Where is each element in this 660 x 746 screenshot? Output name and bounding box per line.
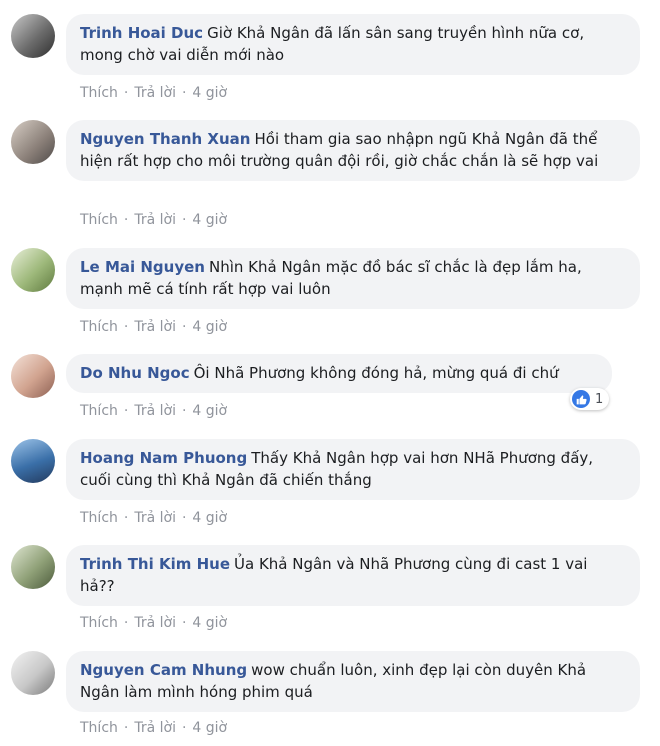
separator-dot: · — [181, 85, 187, 101]
separator-dot: · — [181, 615, 187, 631]
like-link[interactable]: Thích — [80, 615, 118, 631]
comment-author[interactable]: Nguyen Thanh Xuan — [80, 130, 250, 148]
avatar[interactable] — [11, 120, 55, 164]
comment-bubble: Nguyen Thanh Xuan Hồi tham gia sao nhậpn … — [66, 120, 640, 181]
like-link[interactable]: Thích — [80, 85, 118, 101]
like-link[interactable]: Thích — [80, 403, 118, 419]
comment-bubble: Trinh Thi Kim Hue Ủa Khả Ngân và Nhã Phươ… — [66, 545, 640, 606]
avatar[interactable] — [11, 545, 55, 589]
timestamp[interactable]: 4 giờ — [192, 615, 227, 631]
comment-bubble: Nguyen Cam Nhung wow chuẩn luôn, xinh đẹp… — [66, 651, 640, 712]
comment-bubble: Do Nhu Ngoc Ôi Nhã Phương không đóng hả, … — [66, 354, 612, 393]
avatar[interactable] — [11, 14, 55, 58]
comment-author[interactable]: Hoang Nam Phuong — [80, 449, 247, 467]
separator-dot: · — [123, 615, 129, 631]
comment-bubble: Hoang Nam Phuong Thấy Khả Ngân hợp vai hơ… — [66, 439, 640, 500]
comment-author[interactable]: Trinh Hoai Duc — [80, 24, 203, 42]
separator-dot: · — [181, 720, 187, 736]
comment-actions: Thích · Trả lời · 4 giờ — [80, 85, 227, 101]
comment-author[interactable]: Do Nhu Ngoc — [80, 364, 190, 382]
comment-bubble: Le Mai Nguyen Nhìn Khả Ngân mặc đồ bác sĩ… — [66, 248, 640, 309]
avatar[interactable] — [11, 248, 55, 292]
separator-dot: · — [181, 212, 187, 228]
comment-actions: Thích · Trả lời · 4 giờ — [80, 510, 227, 526]
timestamp[interactable]: 4 giờ — [192, 403, 227, 419]
comment-actions: Thích · Trả lời · 4 giờ — [80, 403, 227, 419]
avatar[interactable] — [11, 354, 55, 398]
reply-link[interactable]: Trả lời — [134, 510, 176, 526]
separator-dot: · — [123, 212, 129, 228]
comment-bubble: Trinh Hoai Duc Giờ Khả Ngân đã lấn sân sa… — [66, 14, 640, 75]
comment-author[interactable]: Trinh Thi Kim Hue — [80, 555, 230, 573]
like-link[interactable]: Thích — [80, 720, 118, 736]
comment-actions: Thích · Trả lời · 4 giờ — [80, 212, 227, 228]
reaction-count: 1 — [595, 391, 604, 407]
reaction-badge[interactable]: 1 — [570, 388, 610, 410]
separator-dot: · — [123, 319, 129, 335]
like-reaction-icon — [572, 390, 590, 408]
separator-dot: · — [181, 319, 187, 335]
reply-link[interactable]: Trả lời — [134, 615, 176, 631]
like-link[interactable]: Thích — [80, 212, 118, 228]
reply-link[interactable]: Trả lời — [134, 212, 176, 228]
comment-actions: Thích · Trả lời · 4 giờ — [80, 319, 227, 335]
reply-link[interactable]: Trả lời — [134, 403, 176, 419]
timestamp[interactable]: 4 giờ — [192, 510, 227, 526]
reply-link[interactable]: Trả lời — [134, 720, 176, 736]
separator-dot: · — [123, 510, 129, 526]
comment-actions: Thích · Trả lời · 4 giờ — [80, 720, 227, 736]
separator-dot: · — [123, 720, 129, 736]
like-link[interactable]: Thích — [80, 319, 118, 335]
separator-dot: · — [123, 85, 129, 101]
comment-actions: Thích · Trả lời · 4 giờ — [80, 615, 227, 631]
separator-dot: · — [181, 403, 187, 419]
comment-author[interactable]: Le Mai Nguyen — [80, 258, 205, 276]
separator-dot: · — [181, 510, 187, 526]
timestamp[interactable]: 4 giờ — [192, 85, 227, 101]
reply-link[interactable]: Trả lời — [134, 319, 176, 335]
comment-author[interactable]: Nguyen Cam Nhung — [80, 661, 247, 679]
timestamp[interactable]: 4 giờ — [192, 212, 227, 228]
avatar[interactable] — [11, 439, 55, 483]
timestamp[interactable]: 4 giờ — [192, 720, 227, 736]
avatar[interactable] — [11, 651, 55, 695]
reply-link[interactable]: Trả lời — [134, 85, 176, 101]
separator-dot: · — [123, 403, 129, 419]
comment-text: Ôi Nhã Phương không đóng hả, mừng quá đi… — [193, 364, 559, 382]
timestamp[interactable]: 4 giờ — [192, 319, 227, 335]
like-link[interactable]: Thích — [80, 510, 118, 526]
